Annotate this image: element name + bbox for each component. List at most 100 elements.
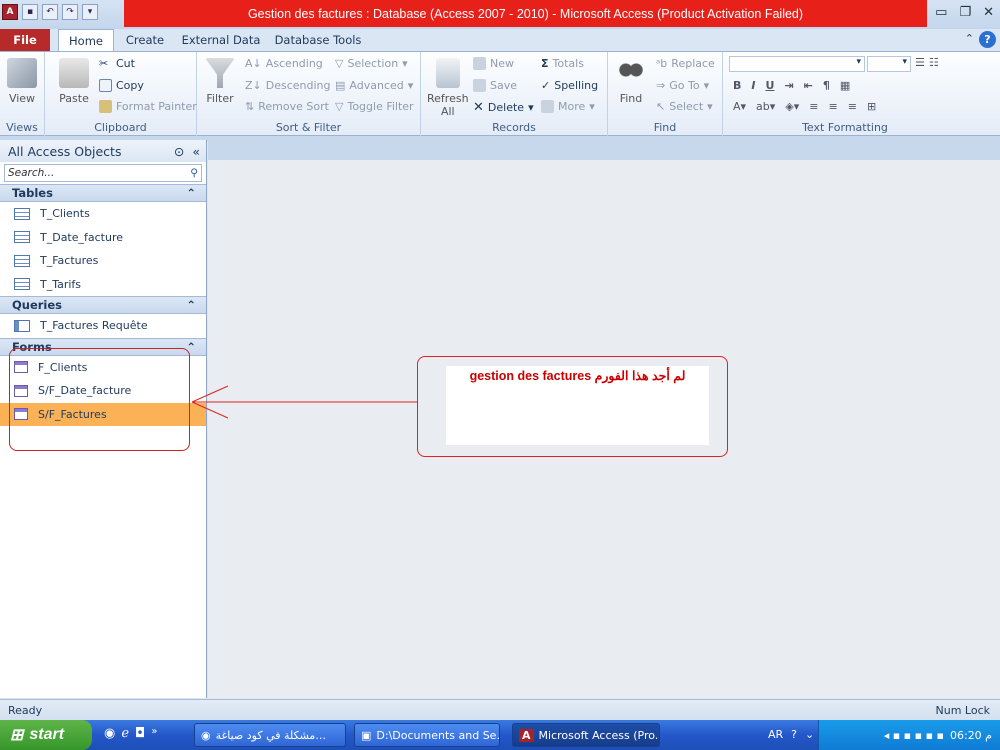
section-queries[interactable]: Queries ⌃ [0,296,206,314]
collapse-icon: ⌃ [186,186,196,200]
gridlines-icon[interactable]: ▦ [840,79,850,92]
underline-icon[interactable]: U [765,79,774,92]
taskbar-item-access[interactable]: A Microsoft Access (Pro... [512,723,660,747]
chevron-down-icon: ▾ [856,57,861,67]
goto-button[interactable]: ⇒ Go To ▾ [656,79,709,92]
group-clipboard: Paste ✂ Cut Copy Format Painter Clipboard [45,52,197,136]
filter-button[interactable]: Filter [205,58,235,105]
font-size-combo[interactable]: ▾ [867,56,911,72]
help-icon[interactable]: ? [979,31,996,48]
undo-icon[interactable]: ↶ [42,4,58,20]
format-painter-button[interactable]: Format Painter [99,100,197,113]
chevron-down-icon: ▾ [707,100,713,113]
search-input[interactable]: Search... [8,167,54,179]
new-record-button[interactable]: New [473,57,514,70]
indent-icon[interactable]: ⇥ [784,79,793,92]
outdent-icon[interactable]: ⇤ [804,79,813,92]
borders-icon[interactable]: ⊞ [867,100,876,113]
view-button[interactable]: View [7,58,37,105]
nav-item-t-date-facture[interactable]: T_Date_facture [0,226,206,250]
minimize-ribbon-icon[interactable]: ⌃ [965,32,974,45]
tray-icons[interactable]: ◂ ▪ ▪ ▪ ▪ ▪ [884,729,944,742]
status-bar: Ready Num Lock [0,699,1000,720]
ie-icon[interactable]: ℯ [121,726,129,741]
help-icon[interactable]: ? [791,728,797,741]
remove-sort-button[interactable]: ⇅ Remove Sort [245,100,329,113]
access-app-icon[interactable]: A [2,4,18,20]
tab-external-data[interactable]: External Data [180,29,262,51]
toggle-filter-button[interactable]: ▽ Toggle Filter [335,100,414,113]
fill-color-icon[interactable]: ◈▾ [785,100,799,113]
chevron-down-icon[interactable]: ⌄ [805,728,814,741]
window-title: Gestion des factures : Database (Access … [124,0,927,27]
align-right-icon[interactable]: ≡ [848,100,857,113]
align-center-icon[interactable]: ≡ [829,100,838,113]
italic-icon[interactable]: I [751,79,755,92]
section-tables[interactable]: Tables ⌃ [0,184,206,202]
align-left-icon[interactable]: ≡ [809,100,818,113]
group-sort-filter: Filter A↓ Ascending Z↓ Descending ⇅ Remove … [197,52,421,136]
find-button[interactable]: Find [618,58,644,105]
highlight-icon[interactable]: ab▾ [756,100,775,113]
copy-button[interactable]: Copy [99,79,144,92]
search-icon[interactable]: ⚲ [190,167,198,179]
minimize-icon[interactable]: ▭ [935,5,947,20]
tab-home[interactable]: Home [58,29,114,51]
funnel-icon [205,58,235,88]
restore-icon[interactable]: ❐ [959,5,971,20]
spelling-button[interactable]: ✓ Spelling [541,79,598,92]
paste-button[interactable]: Paste [59,58,89,105]
totals-button[interactable]: Σ Totals [541,57,584,70]
nav-item-t-tarifs[interactable]: T_Tarifs [0,273,206,297]
outlook-icon[interactable]: ◘ [135,726,145,741]
font-color-icon[interactable]: A▾ [733,100,746,113]
sort-descending-icon: Z↓ [245,79,262,92]
system-tray: ◂ ▪ ▪ ▪ ▪ ▪ م 06:20 [818,720,1000,750]
brush-icon [99,100,112,113]
taskbar-item-browser[interactable]: ◉ مشكلة في كود صياغة... [194,723,346,747]
format-row-2: A▾ ab▾ ◈▾ ≡ ≡ ≡ ⊞ [733,100,876,113]
advanced-button[interactable]: ▤ Advanced ▾ [335,79,413,92]
refresh-all-button[interactable]: Refresh All [427,58,469,118]
chevron-down-icon: ▾ [703,79,710,92]
chrome-icon[interactable]: ◉ [104,726,115,741]
nav-item-t-clients[interactable]: T_Clients [0,202,206,226]
redo-icon[interactable]: ↷ [62,4,78,20]
start-button[interactable]: ⊞ start [0,720,92,750]
new-record-icon [473,57,486,70]
nav-header[interactable]: All Access Objects ⊙ « [0,140,206,162]
save-icon[interactable]: ▪ [22,4,38,20]
tab-create[interactable]: Create [120,29,170,51]
descending-button[interactable]: Z↓ Descending [245,79,331,92]
replace-button[interactable]: ᵃb Replace [656,57,715,70]
nav-item-t-factures-requete[interactable]: T_Factures Requête [0,314,206,338]
more-launch-icon[interactable]: » [151,726,157,741]
tab-database-tools[interactable]: Database Tools [272,29,364,51]
language-bar: AR? ⌄ [768,728,814,741]
tab-file[interactable]: File [0,29,50,51]
ascending-button[interactable]: A↓ Ascending [245,57,323,70]
customize-qat-icon[interactable]: ▾ [82,4,98,20]
paragraph-icon[interactable]: ¶ [823,79,830,92]
annotation-arrow [191,385,418,419]
language-indicator[interactable]: AR [768,728,783,741]
chevron-down-icon: ▾ [589,100,595,113]
collapse-pane-icon[interactable]: « [192,144,200,159]
quick-access-toolbar: A ▪ ↶ ↷ ▾ [2,4,98,20]
font-name-combo[interactable]: ▾ [729,56,865,72]
more-button[interactable]: More ▾ [541,100,595,113]
selection-button[interactable]: ▽ Selection ▾ [335,57,408,70]
nav-menu-icon[interactable]: ⊙ [174,144,184,159]
taskbar-item-explorer[interactable]: ▣ D:\Documents and Se... [354,723,500,747]
delete-button[interactable]: ✕ Delete ▾ [473,100,534,115]
nav-search[interactable]: Search... ⚲ [4,164,202,182]
group-find: Find ᵃb Replace ⇒ Go To ▾ ↖ Select ▾ Find [608,52,723,136]
bold-icon[interactable]: B [733,79,741,92]
save-record-button[interactable]: Save [473,79,517,92]
save-record-icon [473,79,486,92]
list-buttons[interactable]: ☰ ☷ [915,56,939,69]
cut-button[interactable]: ✂ Cut [99,57,135,70]
close-icon[interactable]: ✕ [983,5,994,20]
select-button[interactable]: ↖ Select ▾ [656,100,713,113]
nav-item-t-factures[interactable]: T_Factures [0,249,206,273]
